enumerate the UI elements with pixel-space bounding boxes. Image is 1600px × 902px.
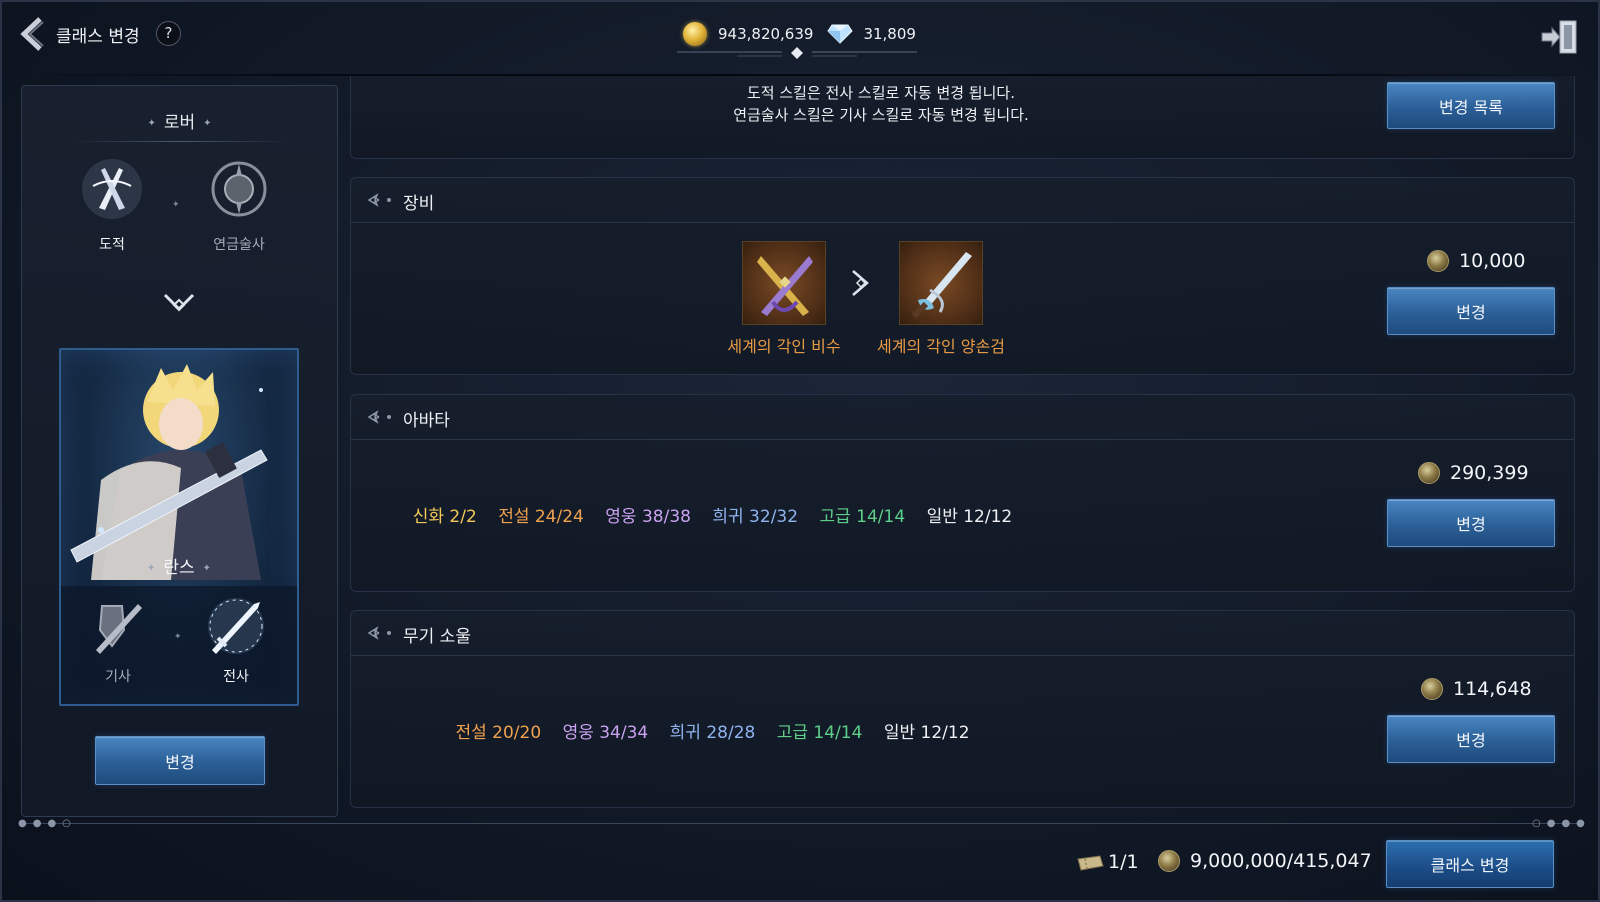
weapon-soul-change-button[interactable]: 변경 <box>1387 715 1555 763</box>
total-cost: 9,000,000/415,047 <box>1158 850 1372 872</box>
title-divider <box>72 141 289 142</box>
class-change-button[interactable]: 클래스 변경 <box>1386 840 1554 888</box>
class-group-title: ✦ 로버 ✦ <box>22 108 337 133</box>
notice-line-1: 도적 스킬은 전사 스킬로 자동 변경 됩니다. <box>747 84 1015 102</box>
header-ornament <box>677 47 917 59</box>
equipment-cost-value: 10,000 <box>1459 250 1526 272</box>
coin-icon <box>1421 678 1443 700</box>
warrior-class-icon[interactable] <box>204 594 268 658</box>
greatsword-icon <box>911 252 972 319</box>
grade-normal: 일반 12/12 <box>926 507 1013 527</box>
source-item-slot[interactable] <box>742 241 826 325</box>
target-group-text: 란스 <box>163 558 195 578</box>
grade-advanced: 고급 14/14 <box>819 507 906 527</box>
knight-class-icon[interactable] <box>88 596 148 656</box>
dagger-icon <box>757 256 813 316</box>
divider-ornament: ●●●○ <box>18 818 77 829</box>
equipment-section: 장비 세계의 각인 비수 세계의 각인 양손검 10,000 변경 <box>350 177 1575 375</box>
exit-icon[interactable] <box>1540 18 1580 56</box>
sparkle-icon: ✦ <box>202 562 212 574</box>
coin-icon <box>1418 462 1440 484</box>
avatar-cost-value: 290,399 <box>1450 462 1529 484</box>
avatar-cost: 290,399 <box>1418 462 1529 484</box>
chevron-right-icon <box>852 270 869 296</box>
weapon-soul-grade-list: 전설 20/20 영웅 34/34 희귀 28/28 고급 14/14 일반 1… <box>101 718 1324 743</box>
back-arrow-icon[interactable] <box>16 16 46 52</box>
equipment-change-button[interactable]: 변경 <box>1387 287 1555 335</box>
grade-legend: 전설 24/24 <box>498 507 584 527</box>
sparkle-icon: ✦ <box>146 562 156 574</box>
ornament-icon <box>367 193 391 207</box>
class-label-alchemist: 연금술사 <box>213 237 265 253</box>
bottom-divider <box>20 823 1580 824</box>
grade-advanced: 고급 14/14 <box>776 723 863 743</box>
section-title: 무기 소울 <box>403 627 471 647</box>
sparkle-icon: ✦ <box>203 117 212 129</box>
section-header: 아바타 <box>351 395 1574 440</box>
notice-panel: 도적 스킬은 전사 스킬로 자동 변경 됩니다. 연금술사 스킬은 기사 스킬로… <box>350 76 1575 159</box>
sparkle-icon: ✦ <box>147 117 156 129</box>
grade-hero: 영웅 34/34 <box>562 723 649 743</box>
character-art <box>70 364 268 580</box>
target-class-group: ✦ 란스 ✦ <box>61 553 297 578</box>
ornament-icon <box>367 410 391 424</box>
weapon-soul-section: 무기 소울 전설 20/20 영웅 34/34 희귀 28/28 고급 14/1… <box>350 610 1575 808</box>
grade-normal: 일반 12/12 <box>883 723 970 743</box>
page-title: 클래스 변경 <box>56 27 140 47</box>
top-bar: 클래스 변경 ? 943,820,639 31,809 <box>0 0 1600 72</box>
equipment-cost: 10,000 <box>1427 250 1525 272</box>
section-header: 장비 <box>351 178 1574 223</box>
notice-line-2: 연금술사 스킬은 기사 스킬로 자동 변경 됩니다. <box>733 106 1029 124</box>
change-list-button[interactable]: 변경 목록 <box>1387 82 1555 129</box>
coin-icon <box>1427 250 1449 272</box>
diamond-amount: 31,809 <box>863 25 916 43</box>
grade-rare: 희귀 28/28 <box>669 723 756 743</box>
gold-amount: 943,820,639 <box>718 25 814 43</box>
avatar-section: 아바타 신화 2/2 전설 24/24 영웅 38/38 희귀 32/32 고급… <box>350 394 1575 592</box>
character-portrait: ✦ 란스 ✦ 기사 ✦ 전사 <box>59 348 299 706</box>
weapon-soul-cost: 114,648 <box>1421 678 1532 700</box>
target-item-name: 세계의 각인 양손검 <box>877 337 1005 356</box>
source-item-name: 세계의 각인 비수 <box>727 337 841 356</box>
alchemist-class-icon[interactable] <box>206 156 272 222</box>
thief-class-icon[interactable] <box>79 156 145 222</box>
coin-icon <box>1158 850 1180 872</box>
avatar-change-button[interactable]: 변경 <box>1387 499 1555 547</box>
ticket-count: 1/1 <box>1108 851 1139 873</box>
avatar-grade-list: 신화 2/2 전설 24/24 영웅 38/38 희귀 32/32 고급 14/… <box>101 502 1324 527</box>
target-class-options: 기사 ✦ 전사 <box>61 586 297 704</box>
currency-display: 943,820,639 31,809 <box>683 22 916 46</box>
notice-text: 도적 스킬은 전사 스킬로 자동 변경 됩니다. 연금술사 스킬은 기사 스킬로… <box>551 82 1211 126</box>
grade-myth: 신화 2/2 <box>412 507 477 527</box>
class-label-thief: 도적 <box>99 237 125 253</box>
class-label-warrior: 전사 <box>223 669 249 685</box>
sparkle-icon: ✦ <box>172 200 180 210</box>
section-title: 아바타 <box>403 411 450 431</box>
group-title-text: 로버 <box>163 113 196 133</box>
change-class-select-button[interactable]: 변경 <box>95 736 265 785</box>
chevron-down-icon <box>163 293 195 312</box>
ticket-icon <box>1077 855 1104 871</box>
grade-rare: 희귀 32/32 <box>712 507 799 527</box>
total-cost-value: 9,000,000/415,047 <box>1190 850 1372 872</box>
section-header: 무기 소울 <box>351 611 1574 656</box>
class-label-knight: 기사 <box>105 669 131 685</box>
weapon-soul-cost-value: 114,648 <box>1453 678 1532 700</box>
help-icon[interactable]: ? <box>156 21 181 46</box>
divider-ornament: ○●●● <box>1532 818 1591 829</box>
diamond-icon <box>827 24 854 44</box>
gold-coin-icon <box>683 22 707 46</box>
sparkle-icon: ✦ <box>174 632 182 642</box>
ornament-icon <box>367 626 391 640</box>
grade-hero: 영웅 38/38 <box>605 507 691 527</box>
target-item-slot[interactable] <box>899 241 983 325</box>
class-selection-panel: ✦ 로버 ✦ 도적 ✦ 연금술사 ✦ 란스 ✦ 기사 ✦ 전사 변경 <box>21 85 338 817</box>
section-title: 장비 <box>403 194 435 214</box>
grade-legend: 전설 20/20 <box>455 723 542 743</box>
